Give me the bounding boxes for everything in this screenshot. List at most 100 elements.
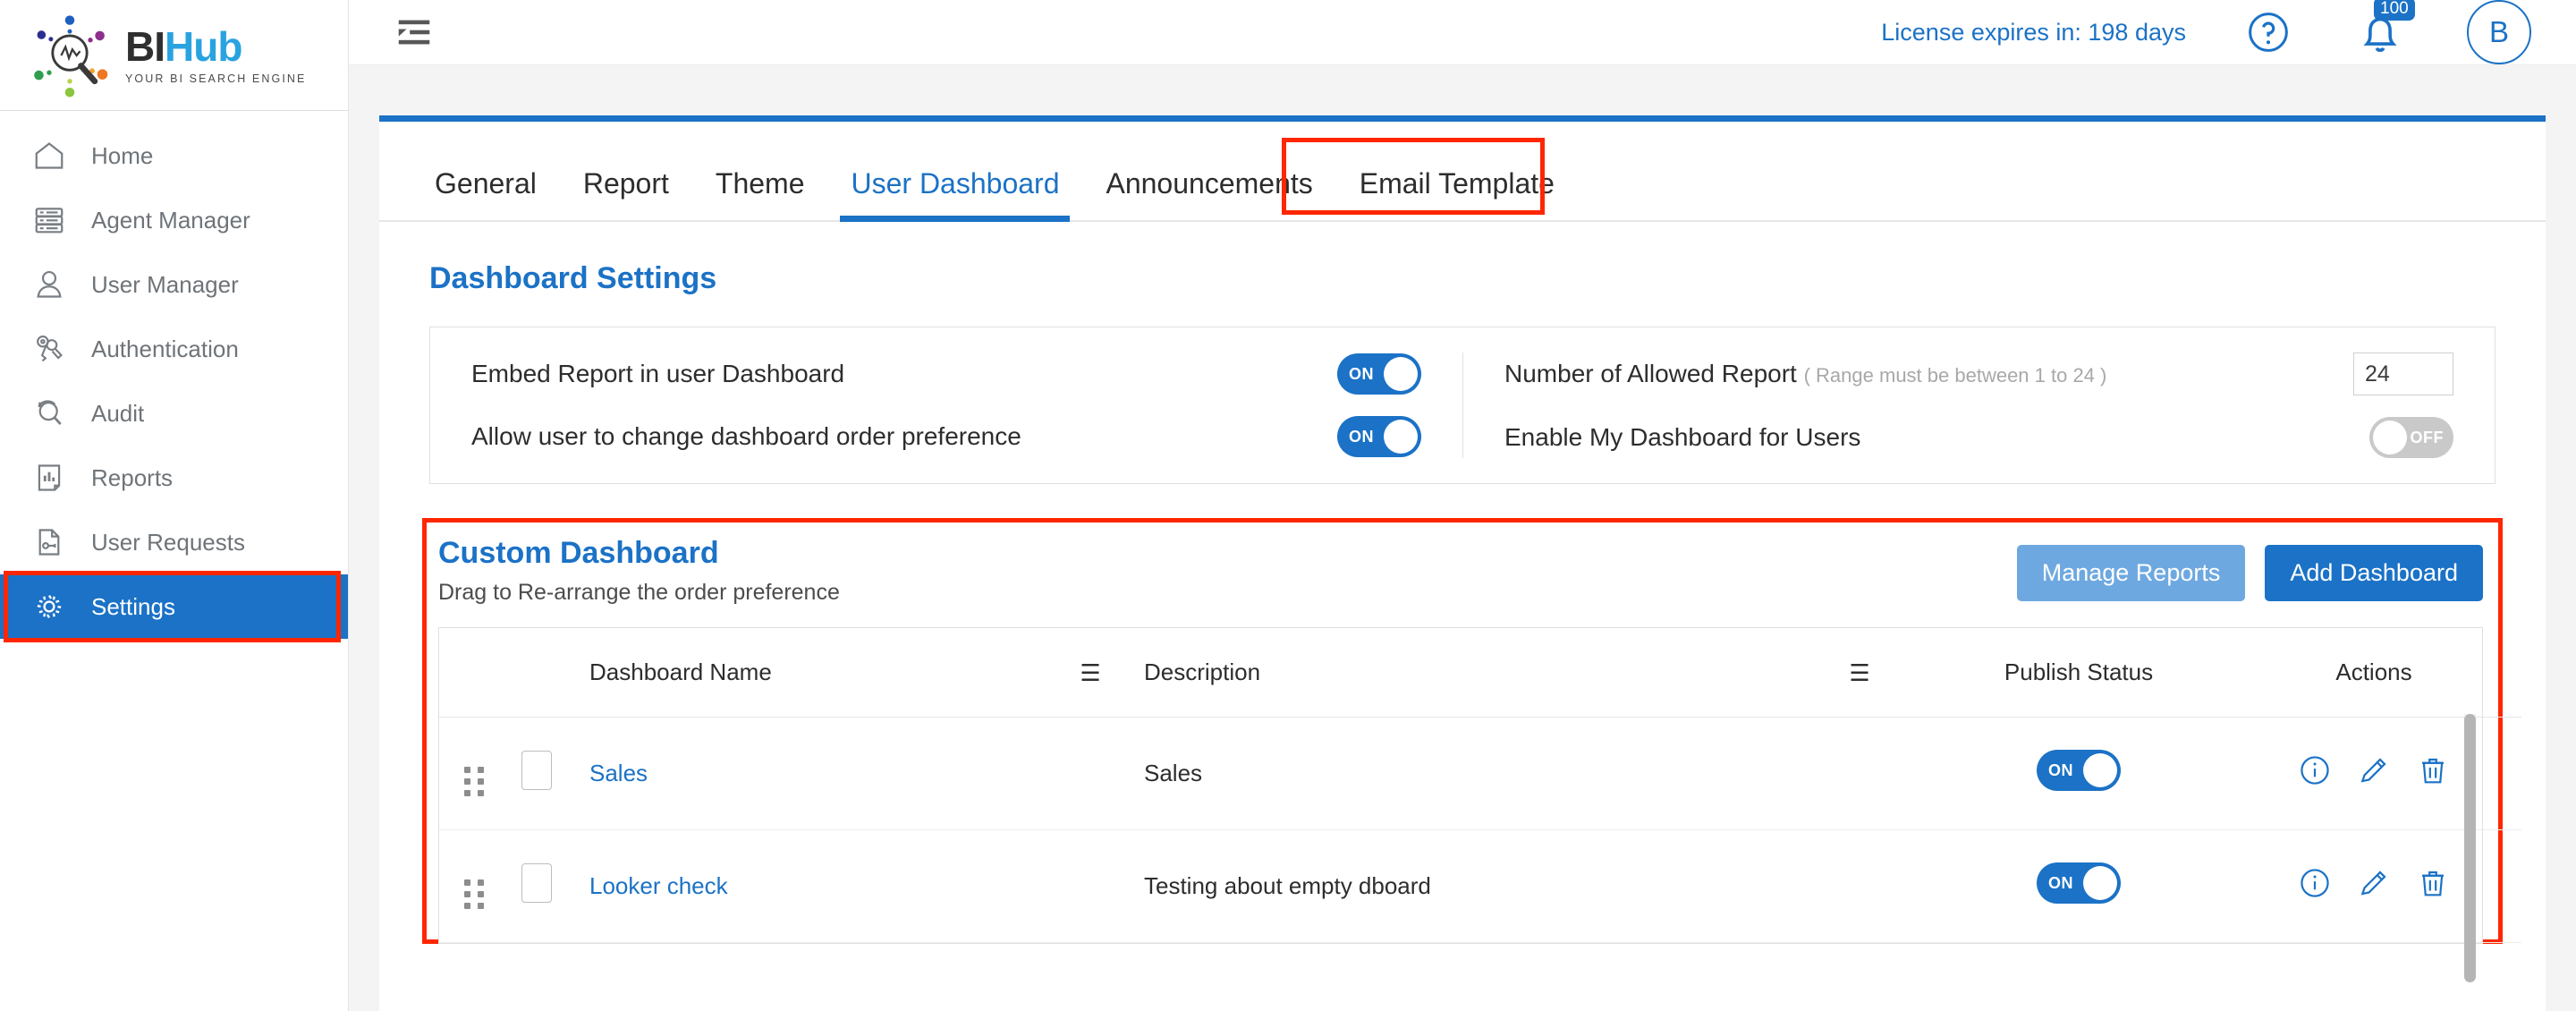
tab-user-dashboard[interactable]: User Dashboard: [827, 167, 1082, 222]
row-actions-cell: [2226, 829, 2521, 943]
sidebar-item-user-manager[interactable]: User Manager: [0, 252, 348, 317]
tab-report[interactable]: Report: [560, 167, 692, 220]
info-icon[interactable]: [2298, 753, 2332, 794]
sidebar-item-label: Audit: [91, 399, 145, 427]
sidebar-item-authentication[interactable]: Authentication: [0, 317, 348, 381]
drag-handle-icon: [464, 879, 485, 909]
edit-pencil-icon[interactable]: [2357, 866, 2391, 906]
custom-dashboard-inner: Custom Dashboard Drag to Re-arrange the …: [422, 518, 2521, 982]
enable-my-dashboard-toggle[interactable]: OFF: [2369, 417, 2453, 458]
sidebar-item-label: User Requests: [91, 528, 245, 556]
bihub-logo-icon: [27, 13, 113, 98]
settings-card: General Report Theme User Dashboard Anno…: [379, 115, 2546, 1011]
row-actions-cell: [2226, 717, 2521, 830]
table-scrollbar[interactable]: [2464, 714, 2476, 982]
topbar: License expires in: 198 days 100 B: [349, 0, 2576, 65]
brand-tagline: YOUR BI SEARCH ENGINE: [125, 72, 307, 85]
custom-dashboard-actions: Manage Reports Add Dashboard: [2016, 536, 2483, 601]
row-description: Testing about empty dboard: [1144, 829, 1788, 943]
th-select: [521, 628, 589, 718]
drag-handle[interactable]: [439, 829, 521, 943]
sidebar-item-label: Settings: [91, 592, 175, 620]
dashboard-table-wrap: Dashboard Name ☰ Description ☰ Publish S…: [438, 627, 2521, 982]
drag-handle[interactable]: [439, 717, 521, 830]
brand-logo[interactable]: BIHub YOUR BI SEARCH ENGINE: [0, 0, 348, 111]
edit-pencil-icon[interactable]: [2357, 753, 2391, 794]
tab-email-template[interactable]: Email Template: [1336, 167, 1578, 220]
custom-dashboard-title: Custom Dashboard: [438, 536, 719, 570]
server-icon: [30, 201, 68, 239]
th-description-menu-icon[interactable]: ☰: [1788, 628, 1931, 718]
toggle-state-label: ON: [2048, 873, 2073, 892]
row-name-cell: Sales: [589, 717, 1037, 830]
publish-status-toggle[interactable]: ON: [2037, 750, 2121, 791]
sidebar-item-home[interactable]: Home: [0, 123, 348, 188]
menu-collapse-icon[interactable]: [390, 8, 438, 56]
settings-right-column: Number of Allowed Report ( Range must be…: [1462, 353, 2495, 458]
main-area: License expires in: 198 days 100 B Gener…: [349, 0, 2576, 1011]
setting-label: Embed Report in user Dashboard: [471, 360, 845, 387]
order-preference-toggle[interactable]: ON: [1337, 416, 1421, 457]
delete-trash-icon[interactable]: [2416, 866, 2450, 906]
toggle-knob: [1384, 420, 1418, 454]
settings-tabs: General Report Theme User Dashboard Anno…: [379, 122, 2546, 222]
row-description-menu-cell: [1788, 717, 1931, 830]
publish-status-toggle[interactable]: ON: [2037, 862, 2121, 904]
dashboard-table: Dashboard Name ☰ Description ☰ Publish S…: [439, 628, 2521, 943]
notification-badge: 100: [2374, 0, 2415, 21]
brand-name-bi: BI: [125, 22, 165, 70]
dashboard-name-link[interactable]: Sales: [589, 760, 648, 786]
toggle-state-label: ON: [1349, 364, 1374, 383]
table-head: Dashboard Name ☰ Description ☰ Publish S…: [439, 628, 2521, 718]
row-name-cell: Looker check: [589, 829, 1037, 943]
row-publish-status-cell: ON: [1931, 829, 2226, 943]
table-row: Sales Sales ON: [439, 717, 2521, 830]
th-description[interactable]: Description: [1144, 628, 1788, 718]
sidebar-nav: Home Agent Manager User Manager Authenti…: [0, 111, 348, 642]
row-name-menu-cell: [1037, 829, 1144, 943]
row-publish-status-cell: ON: [1931, 717, 2226, 830]
sidebar-item-label: Reports: [91, 463, 174, 491]
sidebar-item-reports[interactable]: Reports: [0, 446, 348, 510]
allowed-report-label: Number of Allowed Report: [1504, 360, 1797, 387]
custom-dashboard-subtitle: Drag to Re-arrange the order preference: [438, 580, 840, 605]
setting-label: Number of Allowed Report ( Range must be…: [1504, 360, 2353, 388]
dashboard-settings-box: Embed Report in user Dashboard ON Allow …: [429, 327, 2496, 484]
setting-label: Enable My Dashboard for Users: [1504, 423, 1861, 451]
table-header-row: Dashboard Name ☰ Description ☰ Publish S…: [439, 628, 2521, 718]
allowed-report-hint: ( Range must be between 1 to 24 ): [1803, 364, 2107, 387]
report-chart-icon: [30, 459, 68, 497]
sidebar-item-user-requests[interactable]: User Requests: [0, 510, 348, 574]
info-icon[interactable]: [2298, 866, 2332, 906]
avatar[interactable]: B: [2467, 0, 2531, 64]
allowed-report-input[interactable]: 24: [2353, 353, 2453, 395]
th-name-menu-icon[interactable]: ☰: [1037, 628, 1144, 718]
keys-icon: [30, 330, 68, 368]
row-checkbox[interactable]: [521, 751, 552, 790]
bell-icon[interactable]: 100: [2354, 0, 2415, 58]
user-icon: [30, 266, 68, 303]
app-root: BIHub YOUR BI SEARCH ENGINE Home Agent M…: [0, 0, 2576, 1011]
table-scrollbar-thumb[interactable]: [2464, 714, 2476, 982]
row-checkbox[interactable]: [521, 863, 552, 903]
add-dashboard-button[interactable]: Add Dashboard: [2265, 545, 2483, 601]
delete-trash-icon[interactable]: [2416, 753, 2450, 794]
sidebar-item-audit[interactable]: Audit: [0, 381, 348, 446]
manage-reports-button[interactable]: Manage Reports: [2016, 545, 2246, 601]
tab-theme[interactable]: Theme: [692, 167, 828, 220]
audit-search-icon: [30, 395, 68, 432]
dashboard-settings-title: Dashboard Settings: [429, 261, 717, 295]
sidebar-item-agent-manager[interactable]: Agent Manager: [0, 188, 348, 252]
setting-row-enable-my-dashboard: Enable My Dashboard for Users OFF: [1504, 417, 2453, 458]
row-description: Sales: [1144, 717, 1788, 830]
tab-announcements[interactable]: Announcements: [1082, 167, 1335, 220]
tab-general[interactable]: General: [411, 167, 560, 220]
gear-icon: [30, 588, 68, 625]
setting-row-embed-report: Embed Report in user Dashboard ON: [471, 353, 1421, 395]
drag-handle-icon: [464, 766, 485, 796]
th-dashboard-name[interactable]: Dashboard Name: [589, 628, 1037, 718]
help-circle-icon[interactable]: [2245, 9, 2292, 55]
dashboard-name-link[interactable]: Looker check: [589, 872, 728, 899]
sidebar-item-settings[interactable]: Settings: [0, 571, 348, 642]
embed-report-toggle[interactable]: ON: [1337, 353, 1421, 395]
